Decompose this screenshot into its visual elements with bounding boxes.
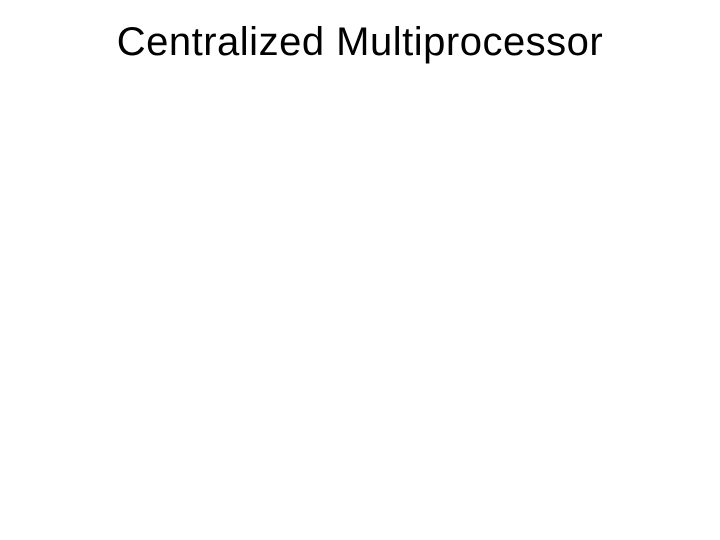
slide-title: Centralized Multiprocessor [0, 20, 720, 65]
